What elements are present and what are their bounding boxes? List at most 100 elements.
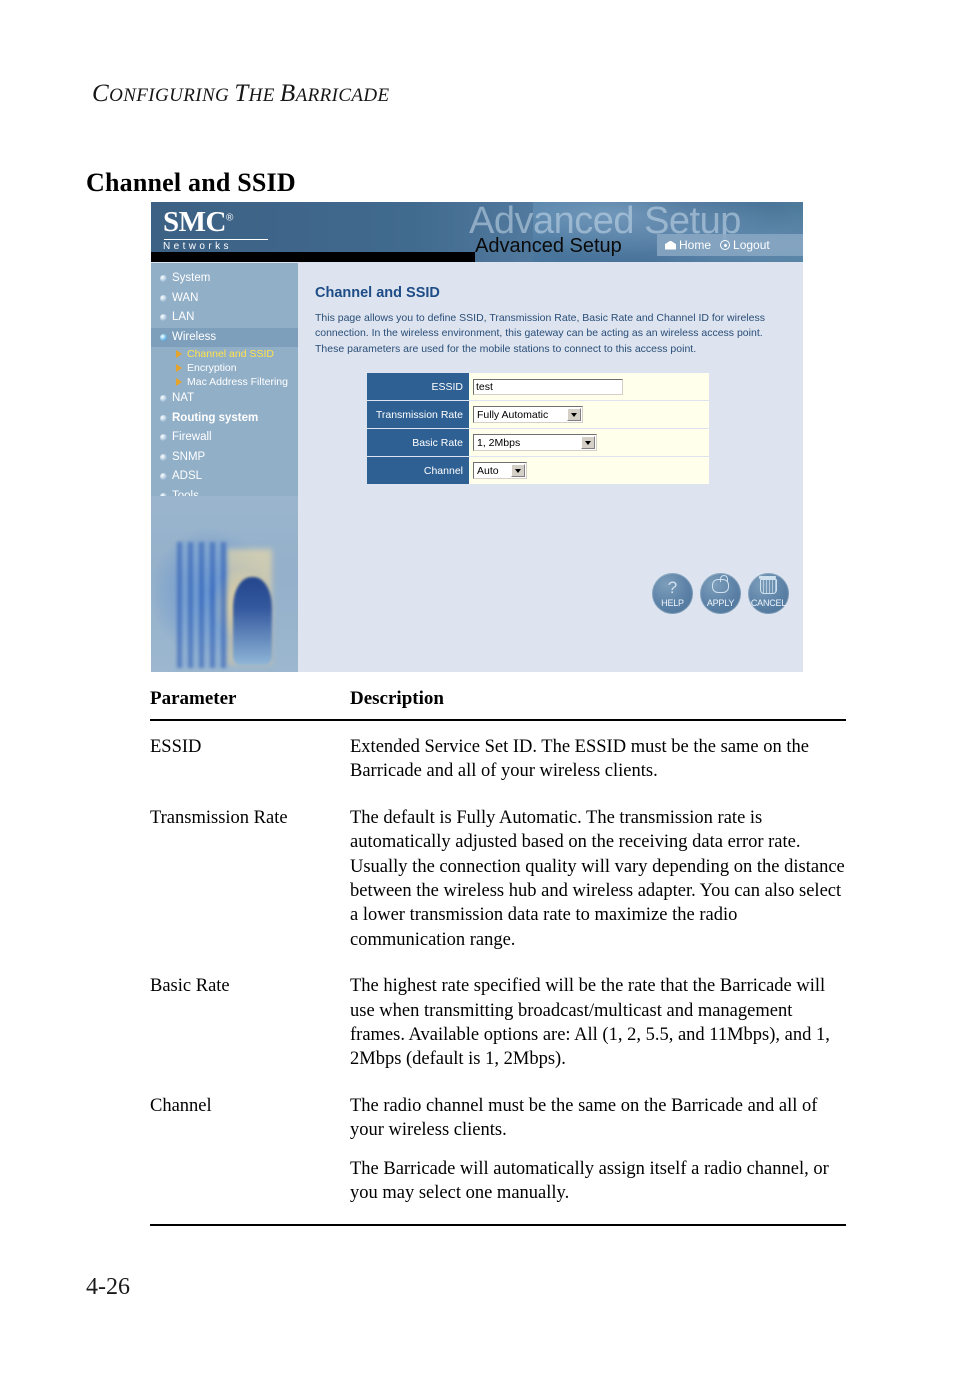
apply-button[interactable]: APPLY — [700, 573, 741, 614]
action-buttons: ? HELP APPLY CANCEL — [652, 573, 789, 614]
page-title: Channel and SSID — [86, 168, 296, 197]
sidebar-item-label: System — [172, 272, 211, 284]
cancel-button[interactable]: CANCEL — [748, 573, 789, 614]
sidebar-decorative-image — [151, 496, 298, 672]
bullet-icon — [160, 434, 167, 442]
chevron-down-icon[interactable] — [581, 436, 595, 450]
basic-rate-value: 1, 2Mbps — [477, 436, 521, 449]
bullet-icon — [160, 414, 167, 422]
art-technician — [233, 576, 272, 665]
channel-label: Channel — [367, 456, 469, 485]
essid-value-cell — [469, 373, 709, 401]
row-description: The default is Fully Automatic. The tran… — [350, 807, 845, 950]
home-link[interactable]: Home — [665, 238, 711, 252]
bullet-icon — [160, 333, 167, 341]
home-link-label: Home — [679, 238, 712, 252]
smc-logo-wordmark: SMC® — [163, 206, 233, 238]
parameter-table-body: ESSID Extended Service Set ID. The ESSID… — [150, 720, 846, 1226]
sidebar-item-snmp[interactable]: SNMP — [151, 448, 298, 468]
sidebar-subitem-label: Mac Address Filtering — [187, 376, 288, 389]
help-button-label: HELP — [661, 598, 684, 608]
logo-divider — [164, 239, 268, 240]
sidebar-subitem-mac-address-filtering[interactable]: Mac Address Filtering — [151, 375, 298, 389]
sidebar-item-wireless[interactable]: Wireless — [151, 327, 298, 348]
transmission-rate-value: Fully Automatic — [477, 408, 549, 421]
table-row: ESSID Extended Service Set ID. The ESSID… — [150, 720, 846, 792]
basic-rate-label: Basic Rate — [367, 428, 469, 457]
column-header-description: Description — [350, 688, 846, 721]
cancel-button-label: CANCEL — [750, 598, 787, 608]
registered-mark-icon: ® — [225, 212, 233, 224]
bullet-icon — [160, 314, 167, 322]
row-parameter: Basic Rate — [150, 976, 230, 997]
bullet-icon — [160, 294, 167, 302]
smc-logo: SMC® Networks — [163, 208, 275, 252]
row-description-group: The radio channel must be the same on th… — [350, 1079, 846, 1226]
bullet-icon — [160, 395, 167, 403]
sidebar-item-adsl[interactable]: ADSL — [151, 467, 298, 487]
question-mark-icon: ? — [667, 578, 678, 597]
header-black-band — [151, 252, 475, 262]
art-server-rack — [177, 541, 228, 669]
page-number: 4-26 — [86, 1274, 130, 1300]
sidebar-subitem-encryption[interactable]: Encryption — [151, 361, 298, 375]
running-head-text: CONFIGURING THE BARRICADE — [92, 80, 390, 107]
header-nav: Home Logout — [657, 234, 803, 256]
triangle-bullet-icon — [176, 350, 182, 359]
parameter-table-head: Parameter Description — [150, 688, 846, 721]
panel-title: Channel and SSID — [315, 285, 440, 301]
chevron-down-icon[interactable] — [511, 464, 525, 478]
bullet-icon — [160, 275, 167, 283]
table-row: Basic Rate The highest rate specified wi… — [150, 960, 846, 1080]
channel-select[interactable]: Auto — [473, 462, 527, 480]
bullet-icon — [160, 453, 167, 461]
transmission-rate-value-cell: Fully Automatic — [469, 400, 709, 429]
sidebar-item-firewall[interactable]: Firewall — [151, 428, 298, 448]
transmission-rate-label: Transmission Rate — [367, 400, 469, 429]
running-head: CONFIGURING THE BARRICADE — [92, 80, 390, 108]
sidebar-list: System WAN LAN Wireless Channel and SSID… — [151, 263, 298, 526]
logout-icon — [720, 240, 731, 250]
essid-label: ESSID — [367, 373, 469, 401]
sidebar-item-label: NAT — [172, 392, 195, 405]
table-row: Channel The radio channel must be the sa… — [150, 1079, 846, 1226]
sidebar-subitem-label: Encryption — [187, 362, 237, 375]
sidebar-item-wan[interactable]: WAN — [151, 289, 298, 309]
sidebar-item-label: LAN — [172, 311, 195, 324]
form-row-essid: ESSID — [367, 373, 709, 401]
apply-button-label: APPLY — [706, 598, 735, 608]
channel-value: Auto — [477, 464, 499, 477]
sidebar-item-label: Firewall — [172, 431, 212, 444]
sidebar-item-system[interactable]: System — [151, 269, 298, 289]
sidebar-item-label: Wireless — [172, 330, 217, 343]
channel-value-cell: Auto — [469, 456, 709, 485]
sidebar-item-routing-system[interactable]: Routing system — [151, 409, 298, 429]
table-row: Transmission Rate The default is Fully A… — [150, 792, 846, 960]
form-row-basic-rate: Basic Rate 1, 2Mbps — [367, 428, 709, 457]
sidebar-subitem-channel-and-ssid[interactable]: Channel and SSID — [151, 347, 298, 361]
logout-link[interactable]: Logout — [720, 238, 770, 252]
main-panel: Channel and SSID This page allows you to… — [298, 263, 803, 672]
smc-logo-tagline: Networks — [163, 241, 232, 252]
sidebar-item-label: ADSL — [172, 470, 203, 483]
triangle-bullet-icon — [176, 378, 182, 387]
transmission-rate-select[interactable]: Fully Automatic — [473, 406, 583, 424]
row-description: The highest rate specified will be the r… — [350, 976, 830, 1070]
sidebar-item-lan[interactable]: LAN — [151, 308, 298, 328]
help-button[interactable]: ? HELP — [652, 573, 693, 614]
form-row-channel: Channel Auto — [367, 456, 709, 485]
form-row-transmission-rate: Transmission Rate Fully Automatic — [367, 400, 709, 429]
sidebar-item-nat[interactable]: NAT — [151, 389, 298, 409]
panel-description: This page allows you to define SSID, Tra… — [315, 312, 765, 355]
home-icon — [665, 240, 676, 250]
row-description: Extended Service Set ID. The ESSID must … — [350, 737, 809, 782]
basic-rate-select[interactable]: 1, 2Mbps — [473, 434, 597, 452]
sidebar-nav: System WAN LAN Wireless Channel and SSID… — [151, 263, 298, 672]
essid-input[interactable] — [473, 378, 623, 395]
table-header-row: Parameter Description — [150, 688, 846, 721]
sidebar-item-label: Routing system — [172, 411, 259, 424]
logout-link-label: Logout — [733, 238, 770, 252]
row-parameter: Transmission Rate — [150, 807, 288, 828]
row-description: The radio channel must be the same on th… — [350, 1095, 818, 1141]
chevron-down-icon[interactable] — [567, 408, 581, 422]
